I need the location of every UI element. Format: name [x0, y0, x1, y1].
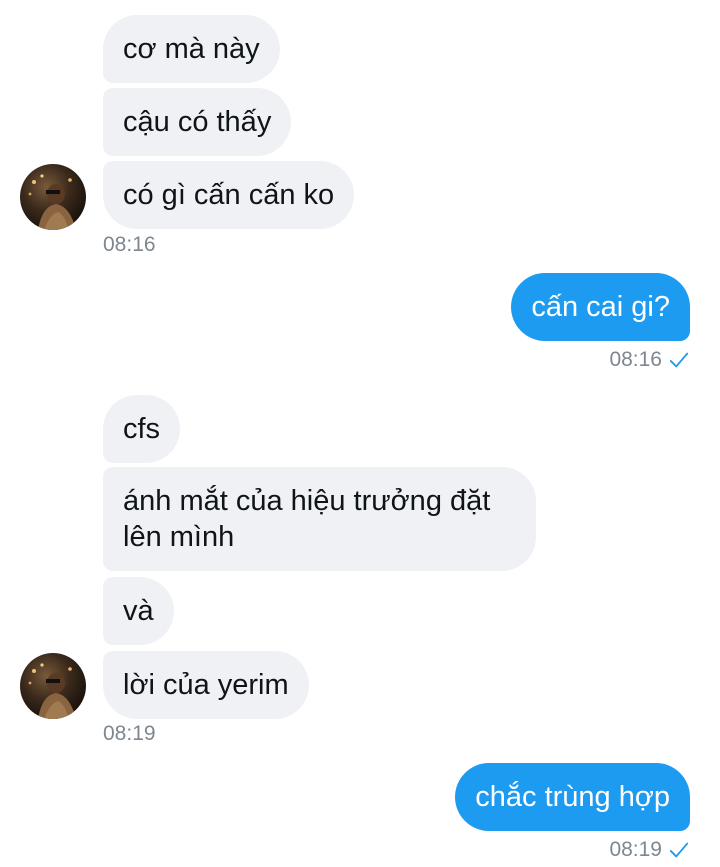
avatar-image — [28, 174, 76, 230]
outgoing-meta: 08:19 — [609, 838, 690, 862]
incoming-message[interactable]: có gì cấn cấn ko — [103, 161, 355, 229]
incoming-message[interactable]: cậu có thấy — [103, 88, 292, 156]
chat-thread: cơ mà này cậu có thấy có gì cấn cấn ko 0… — [0, 0, 720, 867]
incoming-message[interactable]: cơ mà này — [103, 15, 280, 83]
check-icon — [669, 352, 689, 368]
check-icon — [669, 842, 689, 858]
avatar-image — [28, 663, 76, 719]
outgoing-meta: 08:16 — [609, 348, 690, 372]
avatar[interactable] — [20, 164, 86, 230]
incoming-message[interactable]: ánh mắt của hiệu trưởng đặt lên mình — [103, 467, 536, 571]
outgoing-message[interactable]: chắc trùng hợp — [455, 763, 690, 831]
incoming-message[interactable]: cfs — [103, 395, 181, 463]
outgoing-message[interactable]: cấn cai gi? — [511, 273, 690, 341]
message-timestamp: 08:19 — [103, 722, 156, 745]
message-timestamp: 08:16 — [103, 233, 156, 256]
message-timestamp: 08:16 — [609, 348, 662, 371]
incoming-message[interactable]: và — [103, 577, 174, 645]
message-timestamp: 08:19 — [609, 838, 662, 861]
avatar[interactable] — [20, 653, 86, 719]
incoming-message[interactable]: lời của yerim — [103, 651, 309, 719]
